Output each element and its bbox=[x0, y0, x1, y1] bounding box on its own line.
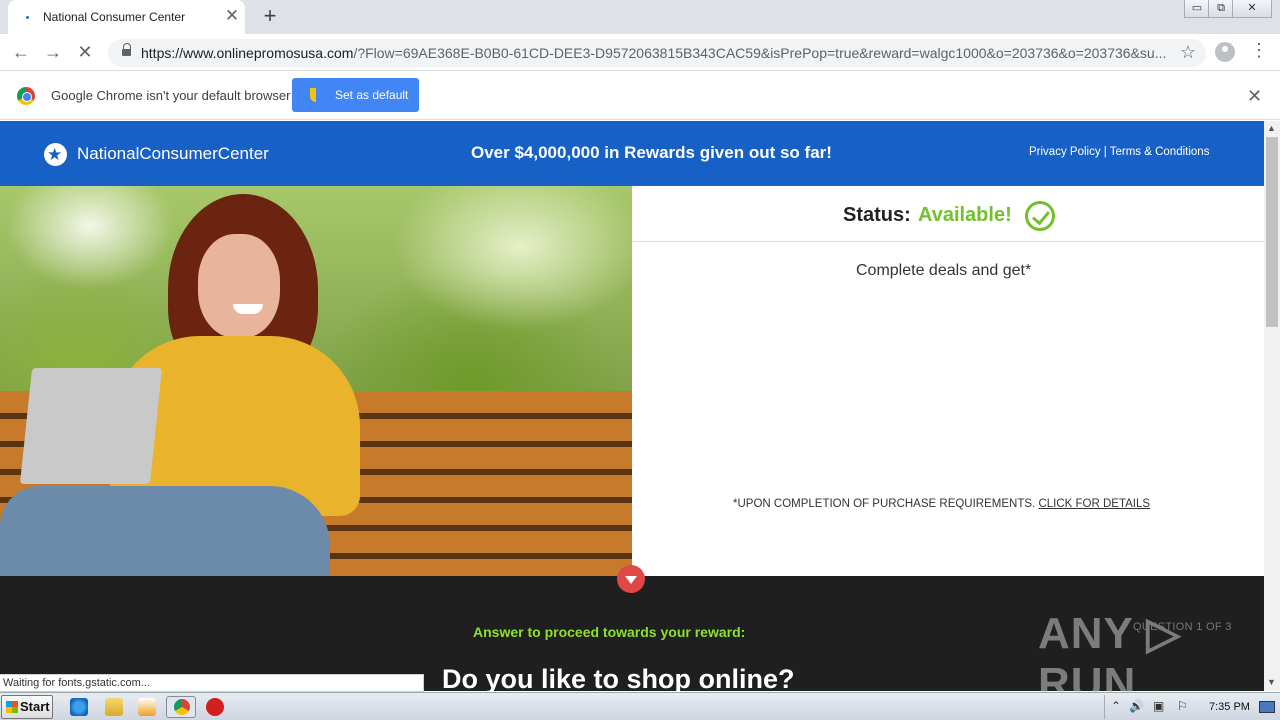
click-for-details-link[interactable]: CLICK FOR DETAILS bbox=[1038, 498, 1150, 510]
chrome-icon bbox=[174, 699, 190, 715]
browser-toolbar: ← → ✕ https://www.onlinepromosusa.com/?F… bbox=[0, 34, 1280, 71]
terms-text: *UPON COMPLETION OF PURCHASE REQUIREMENT… bbox=[733, 498, 1036, 510]
url-host: https://www.onlinepromosusa.com bbox=[141, 45, 354, 61]
chrome-logo-icon bbox=[17, 87, 35, 105]
window-close-button[interactable]: ✕ bbox=[1232, 0, 1272, 18]
profile-avatar-icon[interactable] bbox=[1215, 42, 1235, 62]
tab-title: National Consumer Center bbox=[43, 10, 186, 24]
question-text: Do you like to shop online? bbox=[442, 664, 795, 694]
system-tray: ⌃ 🔊 ▣ ⚐ bbox=[1104, 695, 1280, 719]
minimize-button[interactable]: ▭ bbox=[1184, 0, 1210, 18]
internet-explorer-icon[interactable] bbox=[70, 698, 88, 716]
favicon-icon bbox=[22, 11, 34, 23]
url-path: /?Flow=69AE368E-B0B0-61CD-DEE3-D95720638… bbox=[353, 45, 1167, 61]
network-icon[interactable]: ▣ bbox=[1153, 699, 1164, 713]
question-prompt: Answer to proceed towards your reward: bbox=[473, 624, 746, 640]
question-counter: QUESTION 1 OF 3 bbox=[1133, 621, 1232, 633]
uac-shield-icon bbox=[310, 88, 322, 102]
chrome-menu-icon[interactable]: ⋮ bbox=[1250, 40, 1268, 61]
start-button[interactable]: Start bbox=[1, 695, 53, 719]
action-center-flag-icon[interactable]: ⚐ bbox=[1177, 699, 1188, 713]
url-text[interactable]: https://www.onlinepromosusa.com/?Flow=69… bbox=[141, 45, 1171, 61]
status-row: Status: Available! bbox=[632, 186, 1264, 242]
laptop-graphic bbox=[19, 368, 163, 484]
forward-icon[interactable]: → bbox=[41, 40, 65, 64]
site-brand[interactable]: NationalConsumerCenter bbox=[77, 144, 269, 164]
stop-loading-icon[interactable]: ✕ bbox=[73, 40, 97, 64]
deals-text: Complete deals and get* bbox=[856, 262, 1032, 279]
lock-icon[interactable] bbox=[122, 43, 131, 57]
rewards-banner: Over $4,000,000 in Rewards given out so … bbox=[471, 143, 832, 162]
woman-face-graphic bbox=[198, 234, 280, 338]
media-player-icon[interactable] bbox=[138, 698, 156, 716]
scroll-thumb[interactable] bbox=[1266, 137, 1278, 327]
tray-expand-icon[interactable]: ⌃ bbox=[1111, 699, 1121, 713]
loading-status-bubble: Waiting for fonts.gstatic.com... bbox=[0, 674, 424, 692]
taskbar-clock[interactable]: 7:35 PM bbox=[1209, 701, 1250, 713]
browser-tab[interactable]: National Consumer Center ✕ bbox=[8, 0, 245, 34]
set-as-default-button[interactable]: Set as default bbox=[292, 78, 419, 112]
back-icon[interactable]: ← bbox=[9, 40, 33, 64]
volume-icon[interactable]: 🔊 bbox=[1129, 699, 1144, 713]
address-bar[interactable]: https://www.onlinepromosusa.com/?Flow=69… bbox=[108, 39, 1206, 67]
legal-links[interactable]: Privacy Policy | Terms & Conditions bbox=[1029, 146, 1209, 158]
scroll-up-icon[interactable]: ▲ bbox=[1267, 123, 1276, 133]
brand-star-icon bbox=[44, 143, 67, 166]
site-header: NationalConsumerCenter Over $4,000,000 i… bbox=[0, 121, 1264, 186]
check-circle-icon bbox=[1025, 201, 1055, 231]
tab-close-icon[interactable]: ✕ bbox=[224, 7, 240, 25]
hero-image bbox=[0, 186, 632, 576]
tab-strip: National Consumer Center ✕ + ▭ ⧉ ✕ bbox=[0, 0, 1280, 34]
file-explorer-icon[interactable] bbox=[105, 698, 123, 716]
status-value: Available! bbox=[918, 204, 1012, 226]
status-label: Status: bbox=[843, 204, 911, 226]
reward-panel: Status: Available! Complete deals and ge… bbox=[632, 186, 1264, 576]
scroll-down-arrow-icon[interactable] bbox=[617, 565, 645, 593]
restore-button[interactable]: ⧉ bbox=[1208, 0, 1234, 18]
page-scrollbar[interactable]: ▲ ▼ bbox=[1264, 121, 1280, 691]
terms-note: *UPON COMPLETION OF PURCHASE REQUIREMENT… bbox=[733, 498, 1150, 510]
opera-icon[interactable] bbox=[206, 698, 224, 716]
infobar-message: Google Chrome isn't your default browser bbox=[51, 88, 291, 103]
scroll-down-icon[interactable]: ▼ bbox=[1267, 677, 1276, 687]
bookmark-star-icon[interactable]: ☆ bbox=[1180, 42, 1196, 63]
windows-taskbar: Start ⌃ 🔊 ▣ ⚐ 7:35 PM bbox=[0, 692, 1280, 720]
default-browser-infobar: Google Chrome isn't your default browser… bbox=[0, 72, 1280, 120]
jeans-graphic bbox=[0, 486, 330, 576]
infobar-close-icon[interactable]: ✕ bbox=[1247, 86, 1262, 107]
show-desktop-icon[interactable] bbox=[1259, 701, 1275, 713]
new-tab-button[interactable]: + bbox=[259, 5, 281, 27]
set-as-default-label: Set as default bbox=[335, 88, 409, 102]
chrome-taskbar-button[interactable] bbox=[166, 696, 196, 718]
